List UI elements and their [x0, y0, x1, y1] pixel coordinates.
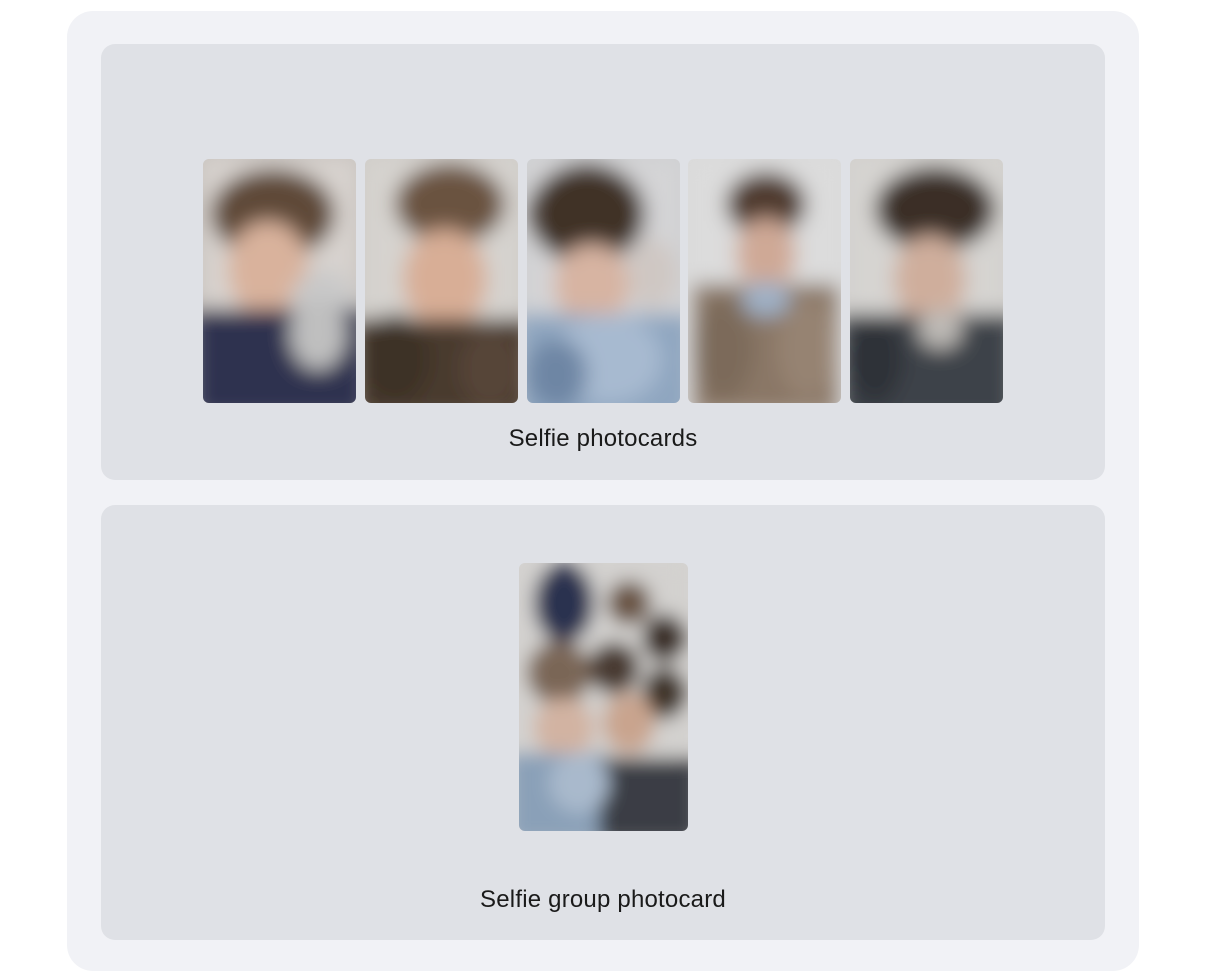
photo-1-image — [203, 159, 356, 403]
group-photocard — [519, 563, 688, 831]
selfie-photocard-4 — [688, 159, 841, 403]
group-photocard-caption: Selfie group photocard — [480, 886, 726, 913]
selfie-photocard-2 — [365, 159, 518, 403]
selfie-photocards-panel: Selfie photocards — [101, 44, 1105, 480]
photo-4-image — [688, 159, 841, 403]
group-photocard-panel: Selfie group photocard — [101, 505, 1105, 940]
selfie-photocards-caption: Selfie photocards — [508, 425, 698, 452]
group-photo-image — [519, 563, 688, 831]
photo-5-image — [850, 159, 1003, 403]
selfie-photocard-3 — [527, 159, 680, 403]
selfie-photocard-1 — [203, 159, 356, 403]
selfie-photocard-5 — [850, 159, 1003, 403]
photo-3-image — [527, 159, 680, 403]
photo-2-image — [365, 159, 518, 403]
